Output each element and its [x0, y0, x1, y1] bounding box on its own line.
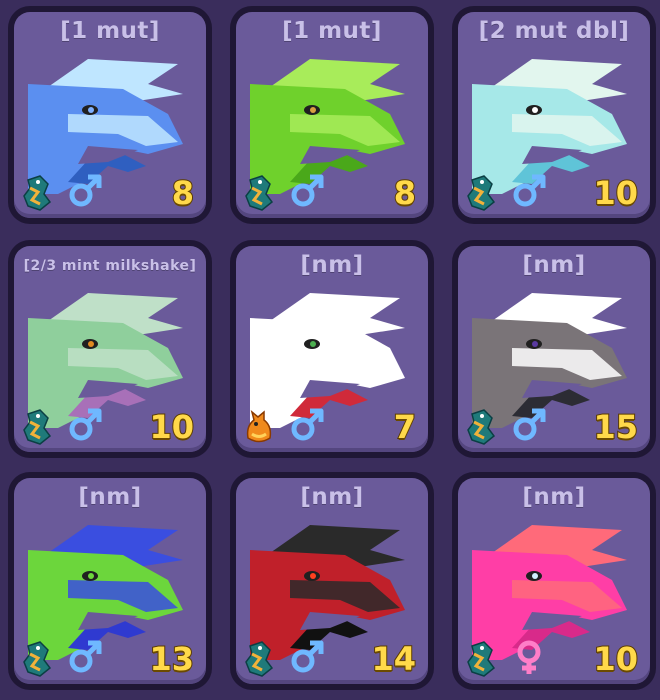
male-gender-icon: [69, 408, 102, 441]
pet-tag: [nm]: [78, 484, 142, 510]
male-gender-icon: [291, 408, 324, 441]
male-gender-icon: [69, 174, 102, 207]
pet-slot[interactable]: [2 mut dbl] 10: [452, 6, 656, 224]
pet-tag: [1 mut]: [60, 18, 160, 44]
sea-dragon-species-icon: [245, 175, 274, 211]
pet-slot[interactable]: [nm] 10: [452, 472, 656, 690]
male-gender-icon: [291, 174, 324, 207]
pet-slot[interactable]: [nm] 7: [230, 240, 434, 458]
pet-card[interactable]: [nm] 7: [236, 246, 428, 452]
pet-slot[interactable]: [nm] 14: [230, 472, 434, 690]
pet-card[interactable]: [nm] 13: [14, 478, 206, 684]
pet-tag: [2 mut dbl]: [478, 18, 630, 44]
pet-card[interactable]: [nm] 10: [458, 478, 650, 684]
sea-dragon-species-icon: [23, 409, 52, 445]
pet-slot[interactable]: [nm] 13: [8, 472, 212, 690]
male-gender-icon: [291, 640, 324, 673]
pet-card[interactable]: [1 mut] 8: [236, 12, 428, 218]
male-gender-icon: [513, 408, 546, 441]
sea-dragon-species-icon: [23, 641, 52, 677]
pet-tag: [1 mut]: [282, 18, 382, 44]
pet-level: 14: [370, 639, 417, 679]
pet-tag: [2/3 mint milkshake]: [23, 258, 197, 274]
sea-dragon-species-icon: [467, 175, 496, 211]
pet-tag: [nm]: [300, 252, 364, 278]
pet-level: 13: [148, 639, 195, 679]
pet-card[interactable]: [1 mut] 8: [14, 12, 206, 218]
sea-dragon-species-icon: [467, 641, 496, 677]
male-gender-icon: [69, 640, 102, 673]
pet-tag: [nm]: [522, 484, 586, 510]
pet-level: 10: [148, 407, 195, 447]
pet-tag: [nm]: [522, 252, 586, 278]
pet-level: 7: [393, 407, 417, 447]
sea-dragon-species-icon: [245, 641, 274, 677]
pet-level: 15: [592, 407, 639, 447]
pet-card[interactable]: [nm] 15: [458, 246, 650, 452]
pet-tag: [nm]: [300, 484, 364, 510]
pet-level: 8: [171, 173, 195, 213]
male-gender-icon: [513, 174, 546, 207]
pet-card[interactable]: [2/3 mint milkshake] 10: [14, 246, 206, 452]
pet-level: 10: [592, 173, 639, 213]
pet-inventory-grid: [1 mut] 8 [1 mut] 8 [2 mut dbl] 10 [2/3 …: [0, 0, 660, 700]
female-gender-icon: [517, 640, 541, 674]
pet-slot[interactable]: [1 mut] 8: [230, 6, 434, 224]
sea-dragon-species-icon: [23, 175, 52, 211]
pet-slot[interactable]: [2/3 mint milkshake] 10: [8, 240, 212, 458]
fire-dragon-species-icon: [246, 409, 272, 443]
sea-dragon-species-icon: [467, 409, 496, 445]
pet-card[interactable]: [2 mut dbl] 10: [458, 12, 650, 218]
pet-level: 8: [393, 173, 417, 213]
pet-level: 10: [592, 639, 639, 679]
pet-card[interactable]: [nm] 14: [236, 478, 428, 684]
pet-slot[interactable]: [nm] 15: [452, 240, 656, 458]
pet-slot[interactable]: [1 mut] 8: [8, 6, 212, 224]
